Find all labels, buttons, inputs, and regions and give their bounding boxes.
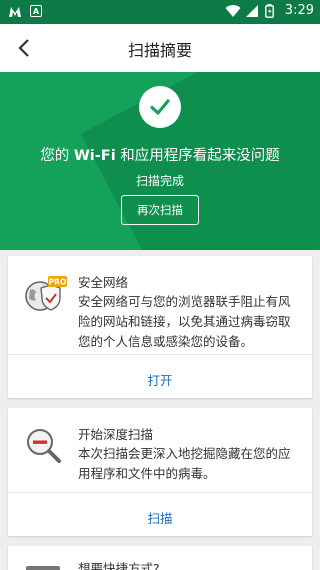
checkmark-icon [139, 86, 181, 128]
wifi-icon [225, 4, 241, 18]
card-divider [8, 354, 312, 355]
app-bar: 扫描摘要 [0, 24, 320, 72]
card-title: 安全网络 [78, 275, 129, 290]
battery-icon [264, 3, 279, 18]
card-title: 想要快捷方式? [78, 561, 160, 570]
signal-icon [245, 4, 259, 18]
enable-secure-browsing-button[interactable]: 打开 [8, 370, 312, 389]
card-title: 开始深度扫描 [78, 427, 154, 442]
shortcut-icon [24, 558, 64, 570]
start-deep-scan-button[interactable]: 扫描 [8, 508, 312, 527]
deep-scan-card: 开始深度扫描 本次扫描会更深入地挖掘隐藏在您的应用程序和文件中的病毒。 扫描 [8, 408, 312, 536]
shortcut-card: 想要快捷方式? [8, 546, 312, 570]
app-notification-icon [8, 4, 22, 18]
deep-scan-magnifier-icon [24, 426, 64, 466]
pro-badge: PRO [49, 278, 67, 287]
secure-browsing-card: PRO 安全网络 安全网络可与您的浏览器联手阻止有风险的网站和链接，以免其通过病… [8, 256, 312, 398]
card-description: 安全网络可与您的浏览器联手阻止有风险的网站和链接，以免其通过病毒窃取您的个人信息… [78, 294, 291, 349]
scan-result-title: 您的 Wi-Fi 和应用程序看起来没问题 [40, 148, 280, 164]
rescan-button[interactable]: 再次扫描 [121, 195, 199, 225]
scan-complete-text: 扫描完成 [135, 174, 184, 188]
status-bar: A 3:29 [0, 0, 320, 24]
page-title: 扫描摘要 [127, 41, 192, 60]
scan-result-banner: 您的 Wi-Fi 和应用程序看起来没问题 扫描完成 再次扫描 [0, 72, 320, 250]
status-time: 3:29 [284, 3, 314, 18]
card-description: 本次扫描会更深入地挖掘隐藏在您的应用程序和文件中的病毒。 [78, 446, 291, 481]
card-divider [8, 492, 312, 493]
a-notification-icon: A [30, 5, 42, 17]
secure-browsing-pro-icon: PRO [24, 274, 67, 314]
